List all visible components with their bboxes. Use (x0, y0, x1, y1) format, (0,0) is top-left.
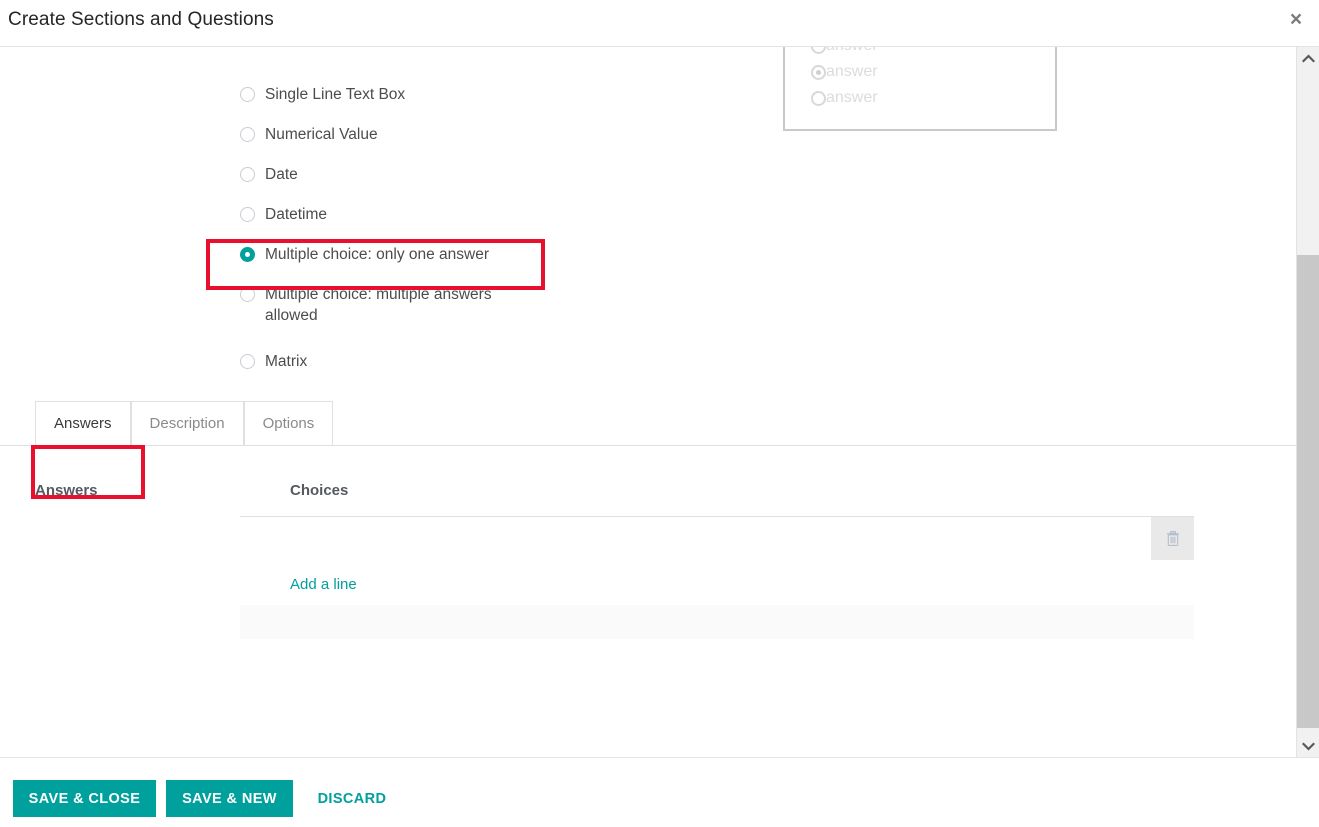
preview-radio-icon (811, 47, 826, 54)
option-label: Multiple choice: only one answer (265, 246, 490, 263)
preview-row: answer (785, 85, 1055, 111)
preview-label: answer (826, 89, 878, 106)
trash-icon[interactable] (1151, 517, 1194, 560)
question-type-option-date[interactable]: Date (240, 164, 570, 204)
preview-row: answer (785, 59, 1055, 85)
option-label: Matrix (265, 353, 308, 370)
option-label: Single Line Text Box (265, 86, 406, 103)
add-a-line-link[interactable]: Add a line (290, 576, 357, 593)
answers-field-label: Answers (35, 482, 98, 499)
choices-table: Choices Add a line (240, 482, 1194, 639)
add-a-line-row[interactable]: Add a line (240, 563, 1194, 605)
question-type-option-single-line-text-box[interactable]: Single Line Text Box (240, 84, 570, 124)
radio-icon[interactable] (240, 127, 255, 142)
discard-button[interactable]: DISCARD (303, 780, 401, 817)
vertical-scrollbar[interactable] (1296, 47, 1319, 757)
question-type-option-multiple-choice-one-answer[interactable]: Multiple choice: only one answer (240, 244, 570, 284)
tab-options[interactable]: Options (243, 401, 334, 446)
radio-icon[interactable] (240, 87, 255, 102)
radio-icon[interactable] (240, 287, 255, 302)
save-and-new-button[interactable]: SAVE & NEW (166, 780, 293, 817)
dialog-footer: SAVE & CLOSE SAVE & NEW DISCARD (0, 757, 1319, 827)
question-type-preview: answer answer answer (783, 47, 1057, 131)
dialog-title: Create Sections and Questions (8, 9, 274, 30)
preview-radio-icon (811, 90, 826, 106)
option-label: Multiple choice: multiple answers allowe… (265, 286, 492, 324)
radio-icon-selected[interactable] (240, 247, 255, 262)
choices-table-footer (240, 605, 1194, 639)
close-icon[interactable]: × (1281, 5, 1311, 35)
question-type-option-numerical-value[interactable]: Numerical Value (240, 124, 570, 164)
option-label: Numerical Value (265, 126, 378, 143)
preview-row: answer (785, 47, 1055, 59)
tab-description[interactable]: Description (130, 401, 244, 446)
dialog-header: Create Sections and Questions × (0, 0, 1319, 47)
option-label: Datetime (265, 206, 328, 223)
save-and-close-button[interactable]: SAVE & CLOSE (13, 780, 156, 817)
radio-icon[interactable] (240, 207, 255, 222)
column-header-choices: Choices (290, 482, 349, 499)
question-type-option-multiple-choice-multiple-answers[interactable]: Multiple choice: multiple answers allowe… (240, 284, 540, 326)
preview-label: answer (826, 63, 878, 80)
radio-icon[interactable] (240, 167, 255, 182)
radio-icon[interactable] (240, 354, 255, 369)
table-row[interactable] (240, 517, 1194, 563)
create-sections-questions-dialog: Create Sections and Questions × Single L… (0, 0, 1319, 827)
preview-label: answer (826, 47, 878, 55)
question-type-option-matrix[interactable]: Matrix (240, 351, 570, 391)
preview-radio-icon-selected (811, 64, 826, 80)
chevron-down-icon[interactable] (1297, 735, 1319, 757)
tab-bar: Answers Description Options (0, 398, 1296, 446)
chevron-up-icon[interactable] (1297, 47, 1319, 69)
scrollbar-thumb[interactable] (1297, 255, 1319, 728)
tab-answers[interactable]: Answers (35, 401, 131, 446)
question-type-option-datetime[interactable]: Datetime (240, 204, 570, 244)
dialog-body: Single Line Text Box Numerical Value Dat… (0, 47, 1296, 757)
option-label: Date (265, 166, 298, 183)
choices-table-header: Choices (240, 482, 1194, 517)
